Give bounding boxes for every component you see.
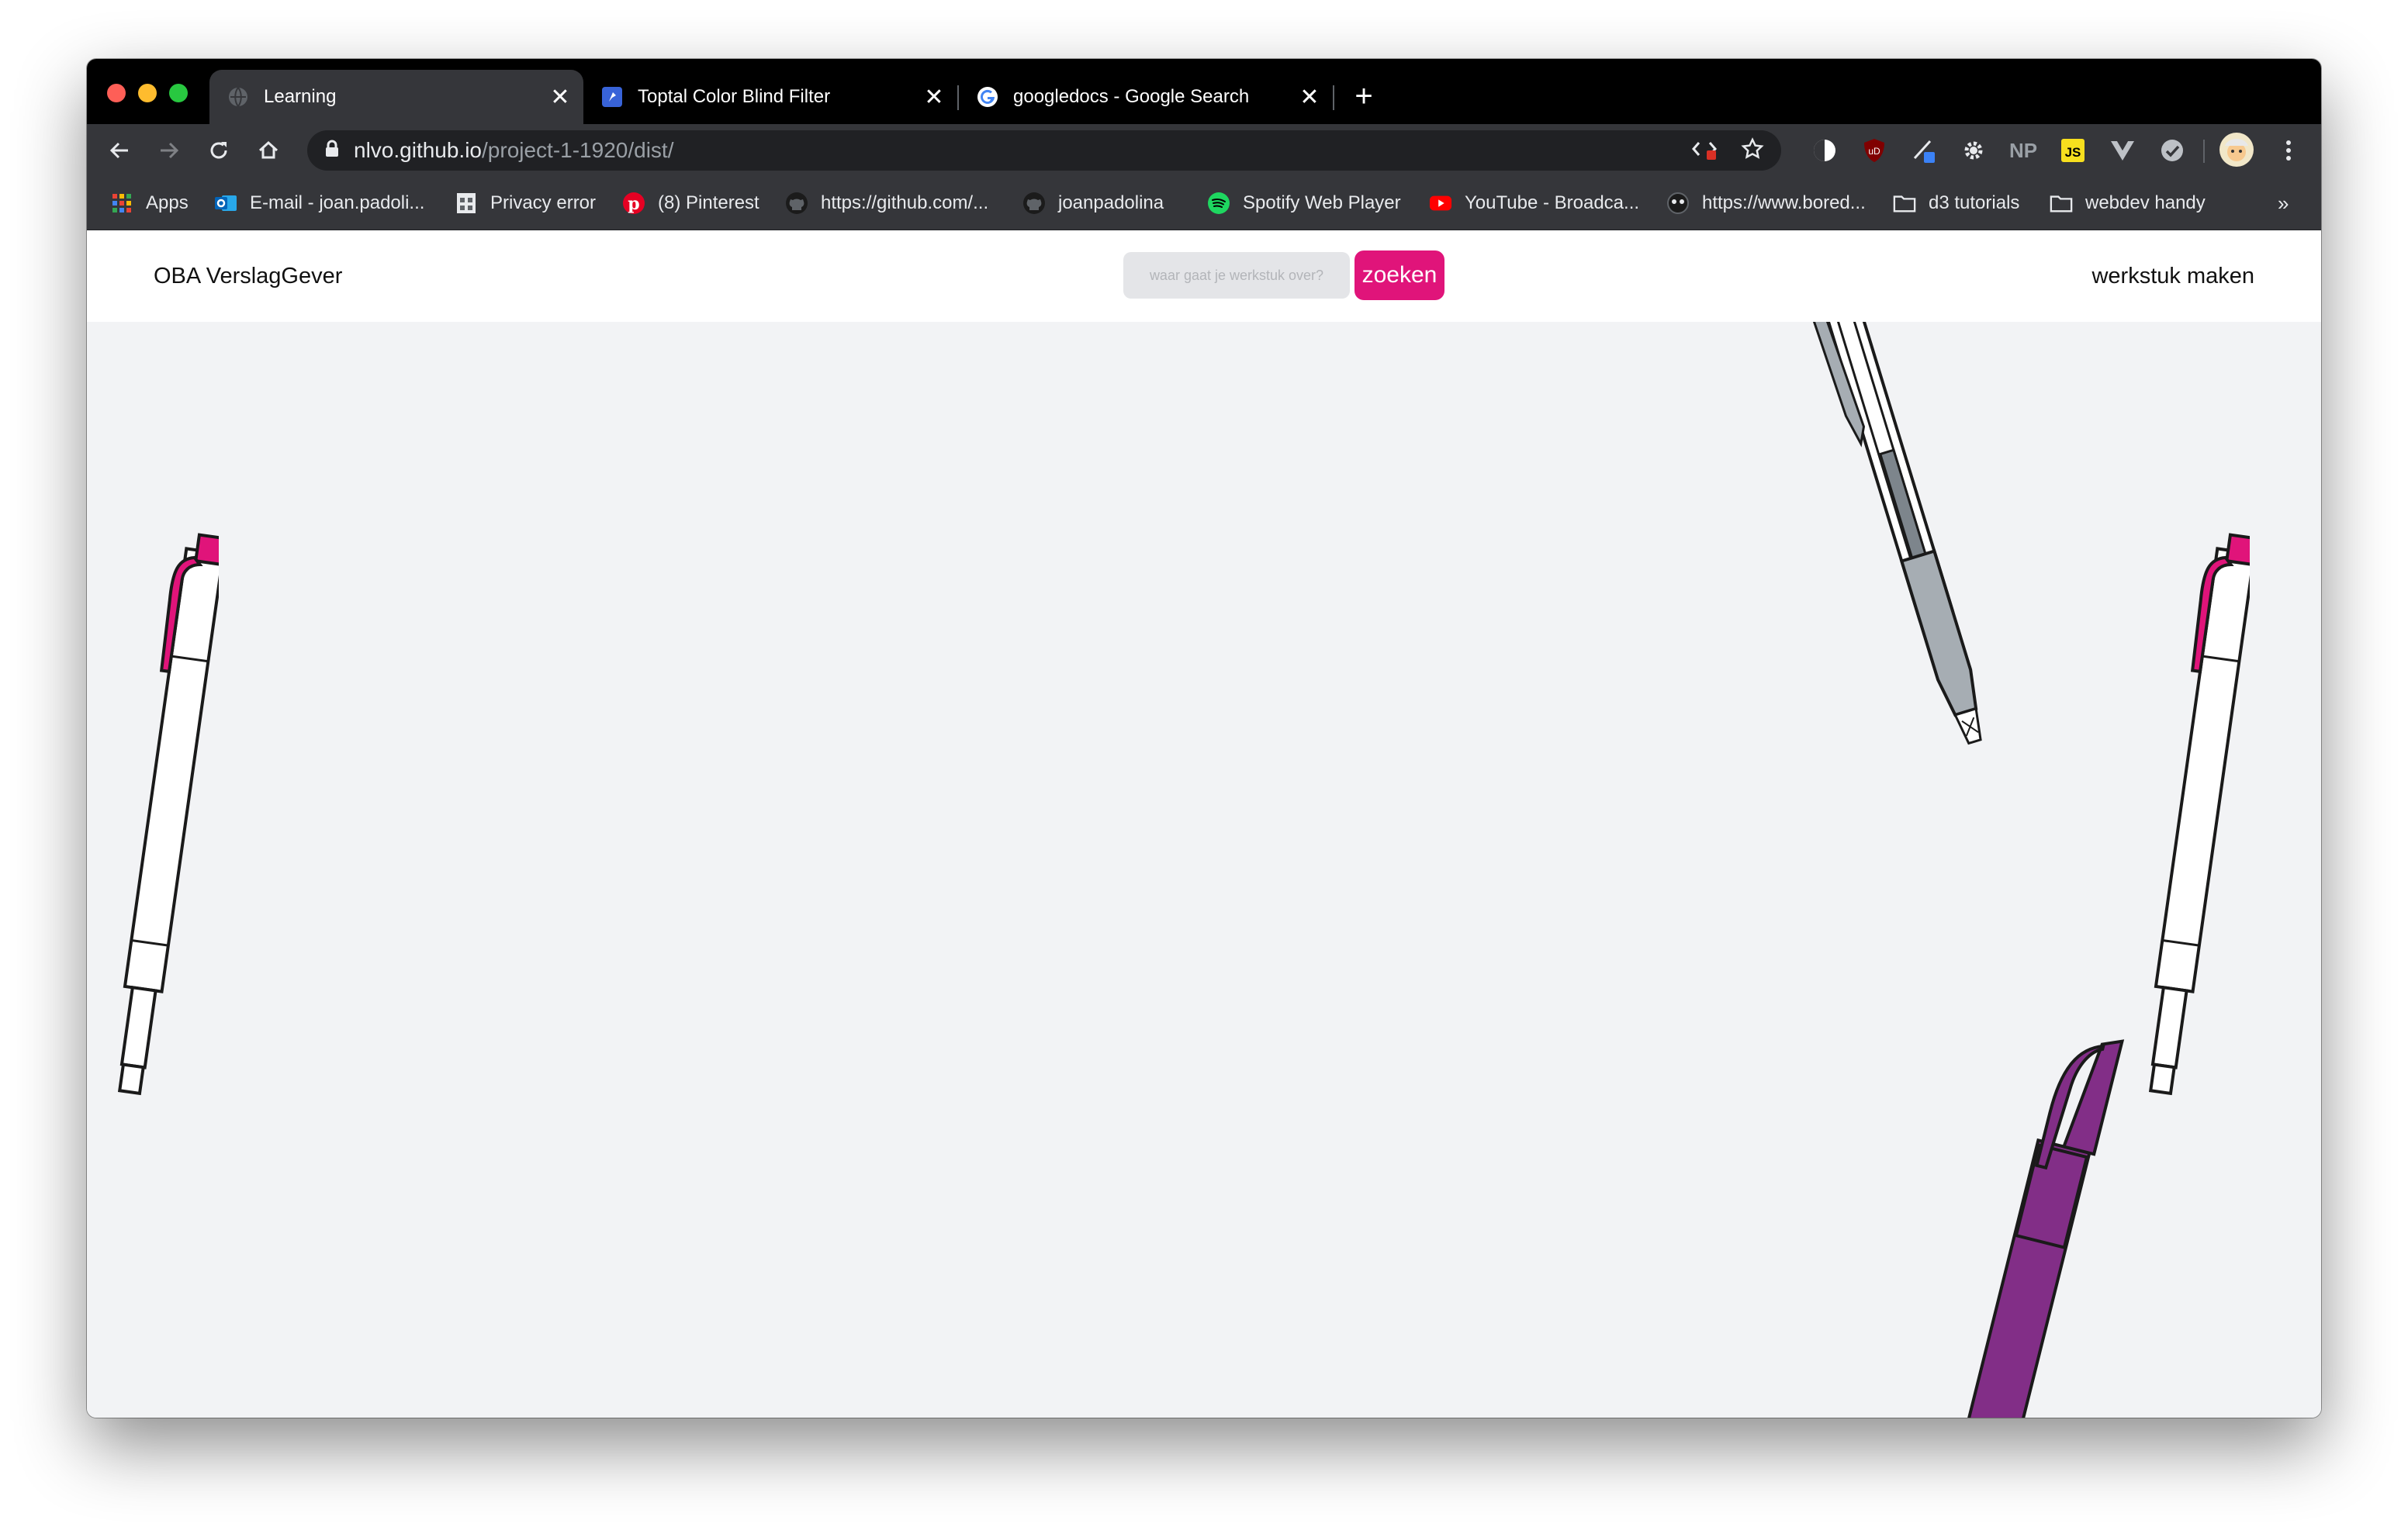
bookmark-privacy-error[interactable]: Privacy error [455,177,596,230]
close-tab-icon[interactable]: ✕ [1296,83,1323,111]
browser-toolbar: nlvo.github.io/project-1-1920/dist/ uD N… [87,124,2321,177]
dark-mode-extension-icon[interactable] [1808,133,1842,168]
search-input[interactable] [1123,252,1350,299]
bookmark-label: YouTube - Broadca... [1465,192,1640,213]
address-bar[interactable]: nlvo.github.io/project-1-1920/dist/ [307,130,1781,171]
minimize-window-button[interactable] [138,84,157,102]
close-window-button[interactable] [107,84,126,102]
folder-icon [2050,192,2073,215]
home-button[interactable] [250,132,287,169]
bookmark-label: Spotify Web Player [1243,192,1401,213]
bookmark-label: d3 tutorials [1929,192,2020,213]
grey-pen-illustration [1809,322,1982,745]
toptal-icon [600,85,624,109]
bookmark-label: Privacy error [490,192,597,213]
youtube-icon [1429,192,1452,215]
site-header: OBA VerslagGever zoeken werkstuk maken [87,230,2321,322]
bookmark-pinterest[interactable]: p (8) Pinterest [622,177,759,230]
panda-icon [1666,192,1690,215]
bookmark-apps[interactable]: Apps [110,177,189,230]
bookmark-label: joanpadolina [1058,192,1164,213]
reload-button[interactable] [200,132,237,169]
arrow-right-icon [161,142,179,159]
home-icon [258,140,279,159]
forward-button[interactable] [150,132,188,169]
svg-text:JS: JS [2065,145,2081,160]
reload-icon [210,142,227,159]
bookmark-email[interactable]: E-mail - joan.padoli... [214,177,424,230]
create-report-link[interactable]: werkstuk maken [2091,230,2254,322]
arrow-left-icon [109,142,128,159]
bookmark-star-icon[interactable] [1741,136,1764,164]
bookmark-label: E-mail - joan.padoli... [250,192,425,213]
np-extension-icon[interactable]: NP [2006,133,2040,168]
bookmark-spotify[interactable]: Spotify Web Player [1207,177,1401,230]
tab-toptal[interactable]: Toptal Color Blind Filter ✕ [583,70,957,124]
url-host: nlvo.github.io [354,138,483,162]
pink-pen-left-illustration [117,533,219,1096]
tab-google-search[interactable]: googledocs - Google Search ✕ [959,70,1333,124]
tab-learning[interactable]: Learning ✕ [209,70,583,124]
tab-title: googledocs - Google Search [1013,86,1250,107]
check-extension-icon[interactable] [2155,133,2189,168]
back-button[interactable] [101,132,138,169]
google-icon [976,85,999,109]
tab-title: Toptal Color Blind Filter [638,86,831,107]
bookmark-label: https://www.bored... [1702,192,1866,213]
code-icon[interactable] [1691,138,1718,164]
kebab-menu-icon[interactable] [2271,133,2306,168]
bookmark-label: webdev handy [2085,192,2206,213]
page-icon [455,192,478,215]
ublock-extension-icon[interactable]: uD [1857,133,1891,168]
tab-strip: Learning ✕ Toptal Color Blind Filter ✕ g… [87,59,2321,124]
bookmark-label: Apps [146,192,189,213]
more-bookmarks-button[interactable]: » [2278,177,2289,230]
bookmark-folder-d3[interactable]: d3 tutorials [1893,177,2019,230]
github-icon [1022,192,1046,215]
page-viewport: OBA VerslagGever zoeken werkstuk maken [87,230,2321,1418]
globe-icon [227,85,250,109]
lock-icon[interactable] [324,140,340,162]
maximize-window-button[interactable] [169,84,188,102]
pinterest-icon: p [622,192,645,215]
new-tab-button[interactable]: + [1345,78,1382,115]
apps-grid-icon [110,192,133,215]
folder-icon [1893,192,1916,215]
gear-icon[interactable] [1956,133,1991,168]
pencil-extension-icon[interactable] [1907,133,1941,168]
search-button[interactable]: zoeken [1354,250,1444,300]
url-path: /project-1-1920/dist/ [482,138,674,162]
js-extension-icon[interactable]: JS [2056,133,2090,168]
spotify-icon [1207,192,1230,215]
bookmark-github-link[interactable]: https://github.com/... [785,177,988,230]
toolbar-separator [2203,140,2205,163]
site-logo-text[interactable]: OBA VerslagGever [154,230,342,322]
browser-window: Learning ✕ Toptal Color Blind Filter ✕ g… [87,59,2321,1418]
bookmark-label: (8) Pinterest [658,192,759,213]
svg-text:uD: uD [1868,146,1880,157]
profile-avatar[interactable] [2217,130,2256,169]
bookmarks-bar: Apps E-mail - joan.padoli... Privacy err… [87,177,2321,230]
bookmark-label: https://github.com/... [821,192,989,213]
github-icon [785,192,808,215]
purple-pen-illustration [1939,1039,2125,1418]
bookmark-bored[interactable]: https://www.bored... [1666,177,1866,230]
vue-devtools-icon[interactable] [2105,133,2140,168]
svg-text:p: p [628,194,639,214]
tab-separator [1333,85,1334,110]
tab-title: Learning [264,86,337,107]
outlook-icon [214,192,237,215]
bookmark-youtube[interactable]: YouTube - Broadca... [1429,177,1639,230]
bookmark-joanpadolina[interactable]: joanpadolina [1022,177,1164,230]
close-tab-icon[interactable]: ✕ [546,83,574,111]
close-tab-icon[interactable]: ✕ [920,83,948,111]
bookmark-folder-webdev[interactable]: webdev handy [2050,177,2206,230]
